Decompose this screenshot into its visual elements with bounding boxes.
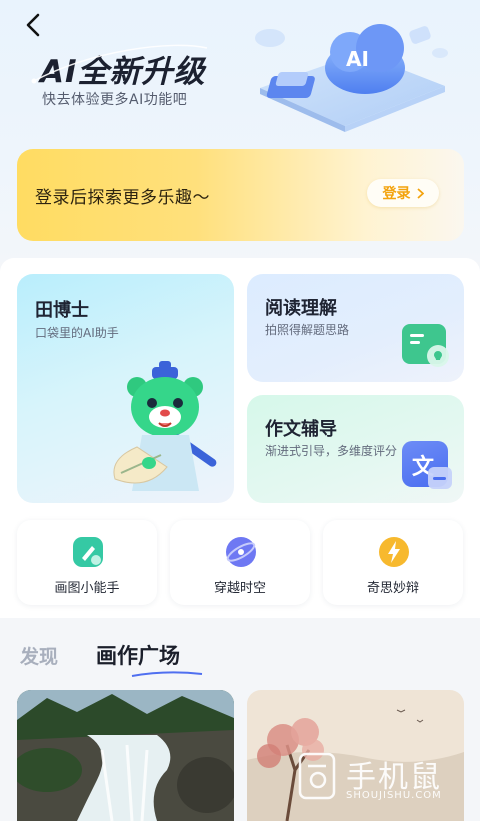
tab-painting-square[interactable]: 画作广场	[96, 640, 180, 670]
reading-subtitle: 拍照得解题思路	[265, 323, 350, 337]
lightning-icon	[379, 537, 409, 567]
tool-debate[interactable]: 奇思妙辩	[323, 520, 463, 605]
tool-label: 穿越时空	[213, 581, 266, 596]
watermark: 手机鼠 SHOUJISHU.COM	[296, 748, 466, 808]
watermark-url: SHOUJISHU.COM	[346, 790, 442, 801]
gallery-tabs: 发现 画作广场	[0, 618, 480, 688]
brush-icon	[73, 537, 103, 567]
watermark-logo-icon	[298, 752, 336, 800]
bear-mascot-icon	[113, 361, 217, 491]
tool-label: 奇思妙辩	[366, 581, 419, 596]
tianboshi-title: 田博士	[35, 300, 89, 321]
login-button-label: 登录	[382, 186, 411, 202]
tab-discover[interactable]: 发现	[20, 642, 58, 669]
tianboshi-card[interactable]: 田博士 口袋里的AI助手	[17, 274, 234, 503]
svg-text:AI: AI	[346, 47, 369, 71]
tool-drawing-helper[interactable]: 画图小能手	[17, 520, 157, 605]
back-button[interactable]	[18, 10, 48, 40]
ai-cloud-illustration: AI	[255, 24, 448, 132]
tianboshi-subtitle: 口袋里的AI助手	[35, 326, 119, 340]
tool-time-travel[interactable]: 穿越时空	[170, 520, 310, 605]
time-travel-icon	[226, 537, 256, 567]
essay-subtitle: 渐进式引导，多维度评分	[265, 444, 398, 458]
decorative-swoosh	[31, 44, 208, 84]
tool-label: 画图小能手	[54, 581, 120, 596]
chevron-right-icon	[416, 187, 424, 199]
essay-coaching-card[interactable]: 作文辅导 渐进式引导，多维度评分 文	[247, 395, 464, 503]
reading-title: 阅读理解	[265, 298, 337, 319]
login-banner[interactable]: 登录后探索更多乐趣～ 登录	[17, 149, 464, 241]
gallery-image-waterfall[interactable]	[17, 690, 234, 821]
page-subtitle: 快去体验更多AI功能吧	[42, 92, 188, 108]
login-button[interactable]: 登录	[367, 179, 439, 207]
essay-icon: 文	[402, 441, 452, 489]
active-tab-underline	[131, 671, 203, 677]
essay-title: 作文辅导	[265, 419, 337, 440]
book-lightbulb-icon	[402, 324, 449, 367]
login-prompt-text: 登录后探索更多乐趣～	[35, 188, 210, 208]
reading-comprehension-card[interactable]: 阅读理解 拍照得解题思路	[247, 274, 464, 382]
waterfall-painting	[17, 690, 234, 821]
back-arrow-icon	[26, 13, 40, 37]
